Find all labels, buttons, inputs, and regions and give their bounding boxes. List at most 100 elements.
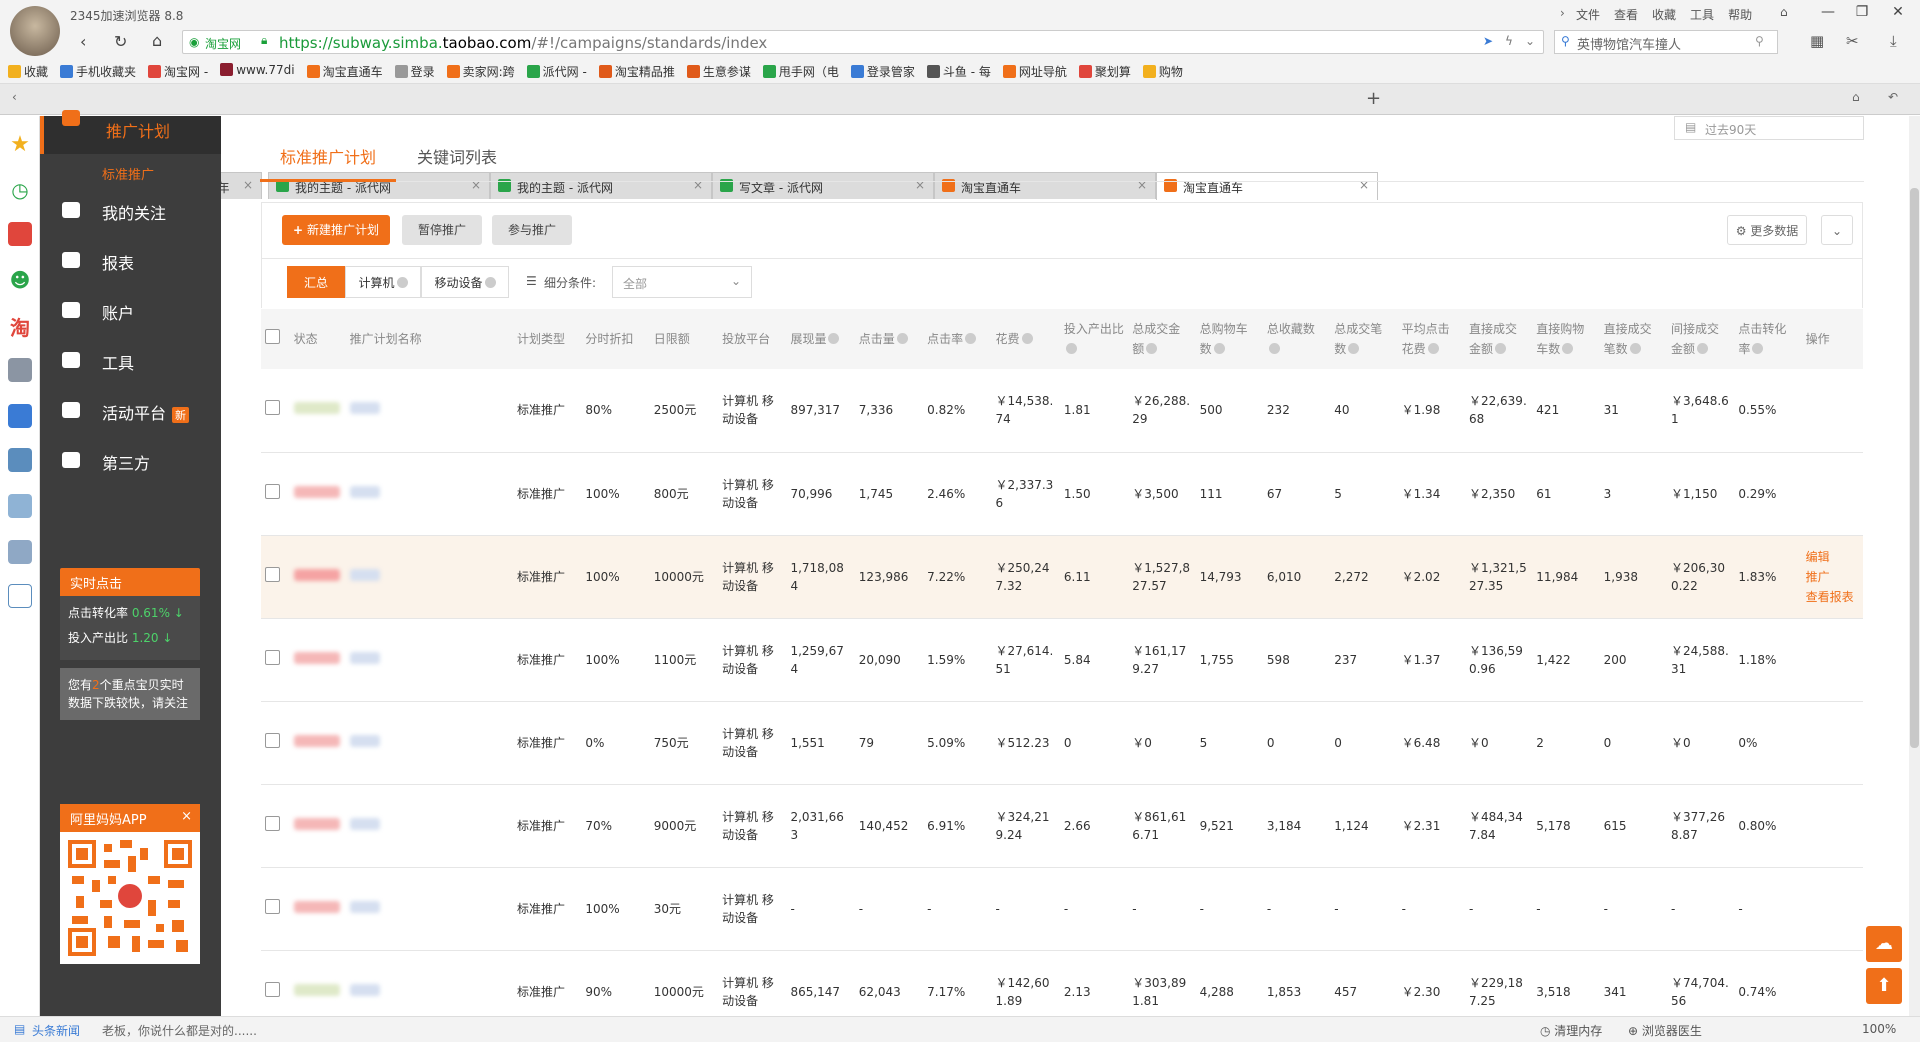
notes-icon[interactable] [8, 540, 32, 564]
plan-name-cell[interactable] [345, 867, 513, 951]
news-label[interactable]: 头条新闻 [32, 1022, 80, 1039]
star-icon[interactable]: ★ [8, 132, 32, 157]
cell-limit[interactable]: 30元 [649, 867, 719, 951]
row-checkbox[interactable] [265, 483, 280, 499]
menu-item[interactable]: 收藏 [1652, 6, 1676, 23]
wechat-icon[interactable]: ☻ [8, 268, 32, 292]
chevron-down-icon[interactable]: ⌄ [1525, 34, 1535, 48]
cell-limit[interactable]: 10000元 [649, 535, 719, 619]
nav-item[interactable]: 我的关注 [40, 190, 221, 230]
table-row[interactable]: 标准推广 80% 2500元 计算机 移动设备 897,317 7,336 0.82% ￥14… [261, 369, 1863, 453]
new-tab-button[interactable]: + [1366, 88, 1381, 109]
search-box[interactable]: ⚲ 英博物馆汽车撞人 ⚲ [1554, 30, 1778, 54]
help-icon[interactable] [1268, 343, 1280, 354]
taobao-icon[interactable]: 淘 [8, 312, 32, 340]
bookmark-item[interactable]: 收藏 [8, 63, 48, 80]
tab-standard-plans[interactable]: 标准推广计划 [280, 144, 376, 168]
pill-mobile[interactable]: 移动设备 [421, 266, 509, 298]
clean-memory[interactable]: ◷ 清理内存 [1540, 1022, 1602, 1039]
table-row[interactable]: 标准推广 0% 750元 计算机 移动设备 1,551 79 5.09% ￥512.23 0 ￥0… [261, 701, 1863, 785]
menu-item[interactable]: 文件 [1576, 6, 1600, 23]
help-icon[interactable] [1348, 343, 1360, 354]
help-icon[interactable] [896, 333, 908, 344]
restore-tab-icon[interactable]: ⌂ [1852, 90, 1860, 104]
bookmark-item[interactable]: 登录管家 [850, 63, 915, 80]
game-icon[interactable] [8, 358, 32, 382]
bookmark-item[interactable]: 淘宝网 - [148, 63, 208, 80]
help-icon[interactable] [1427, 343, 1439, 354]
cell-discount[interactable]: 100% [581, 618, 650, 702]
cell-limit[interactable]: 750元 [649, 701, 719, 785]
scissors-icon[interactable]: ✂ [1846, 32, 1859, 50]
row-action-link[interactable]: 查看报表 [1806, 587, 1859, 607]
rocket-icon[interactable]: ➤ [1483, 34, 1493, 48]
cell-limit[interactable]: 800元 [649, 452, 719, 536]
cell-platform[interactable]: 计算机 移动设备 [718, 618, 787, 702]
select-all-checkbox[interactable] [265, 328, 280, 344]
zoom-level[interactable]: 100% [1862, 1022, 1896, 1036]
news-icon[interactable] [8, 222, 32, 246]
clock-icon[interactable]: ◷ [8, 178, 32, 202]
menu-item[interactable]: 查看 [1614, 6, 1638, 23]
join-button[interactable]: 参与推广 [492, 215, 572, 245]
row-checkbox[interactable] [265, 732, 280, 748]
help-icon[interactable] [1562, 343, 1574, 354]
table-row[interactable]: 标准推广 100% 10000元 计算机 移动设备 1,718,084 123,986 7.… [261, 535, 1863, 619]
row-action-link[interactable]: 推广 [1806, 567, 1859, 587]
row-checkbox[interactable] [265, 981, 280, 997]
cell-limit[interactable]: 2500元 [649, 369, 719, 453]
chevron-down-icon[interactable]: ⌄ [1821, 215, 1853, 245]
row-checkbox[interactable] [265, 898, 280, 914]
refresh-icon[interactable]: ↻ [114, 32, 127, 51]
shirt-icon[interactable]: ⌂ [1780, 5, 1788, 19]
nav-item[interactable]: 账户 [40, 290, 221, 330]
nav-item[interactable]: 报表 [40, 240, 221, 280]
table-row[interactable]: 标准推广 100% 30元 计算机 移动设备 - - - - - - - - - - - - - - - [261, 867, 1863, 951]
pause-button[interactable]: 暂停推广 [402, 215, 482, 245]
table-row[interactable]: 标准推广 100% 1100元 计算机 移动设备 1,259,674 20,090 1.59… [261, 618, 1863, 702]
plan-name-cell[interactable] [345, 784, 513, 868]
user-avatar[interactable] [10, 6, 60, 56]
back-icon[interactable]: ‹ [80, 32, 86, 51]
calculator-icon[interactable] [8, 494, 32, 518]
row-action-link[interactable]: 编辑 [1806, 547, 1859, 567]
nav-item[interactable]: 工具 [40, 340, 221, 380]
bookmark-item[interactable]: 生意参谋 [686, 63, 751, 80]
scrollbar[interactable] [1909, 116, 1920, 1016]
realtime-notice[interactable]: 您有2个重点宝贝实时数据下跌较快，请关注 [60, 668, 200, 720]
news-ticker[interactable]: 老板，你说什么都是对的...... [102, 1022, 257, 1039]
filter-select[interactable]: 全部 ⌄ [612, 266, 752, 298]
bookmark-item[interactable]: 聚划算 [1078, 63, 1131, 80]
row-checkbox[interactable] [265, 566, 280, 582]
help-icon[interactable] [828, 333, 840, 344]
undo-icon[interactable]: ↶ [1888, 90, 1898, 104]
bookmark-item[interactable]: 斗鱼 - 每 [926, 63, 991, 80]
desktop-icon[interactable] [8, 584, 32, 608]
back-to-top-icon[interactable]: ⬆ [1866, 968, 1902, 1004]
help-icon[interactable] [1021, 333, 1033, 344]
search-go-icon[interactable]: ⚲ [1755, 34, 1764, 48]
video-icon[interactable] [8, 404, 32, 428]
help-icon[interactable] [1065, 343, 1077, 354]
menu-item[interactable]: 帮助 [1728, 6, 1752, 23]
restore-button[interactable]: ❐ [1848, 4, 1876, 24]
lightning-icon[interactable]: ϟ [1505, 34, 1513, 48]
bookmark-item[interactable]: 网址导航 [1002, 63, 1067, 80]
cell-discount[interactable]: 0% [581, 701, 650, 785]
cell-platform[interactable]: 计算机 移动设备 [718, 369, 787, 453]
row-checkbox[interactable] [265, 649, 280, 665]
close-tab-icon[interactable]: × [243, 178, 253, 192]
row-checkbox[interactable] [265, 815, 280, 831]
new-plan-button[interactable]: + 新建推广计划 [282, 215, 390, 245]
cell-discount[interactable]: 80% [581, 369, 650, 453]
feedback-icon[interactable]: ☁ [1866, 926, 1902, 962]
table-row[interactable]: 标准推广 70% 9000元 计算机 移动设备 2,031,663 140,452 6.91… [261, 784, 1863, 868]
minimize-button[interactable]: — [1814, 4, 1842, 24]
close-window-button[interactable]: ✕ [1884, 4, 1912, 24]
tab-scroll-left-icon[interactable]: ‹ [12, 90, 17, 104]
bookmark-item[interactable]: 甩手网（电 [762, 63, 839, 80]
bookmark-item[interactable]: 淘宝精品推 [598, 63, 675, 80]
nav-campaigns[interactable]: 推广计划 [40, 110, 221, 154]
menu-item[interactable]: 工具 [1690, 6, 1714, 23]
bookmark-item[interactable]: 购物 [1142, 63, 1183, 80]
